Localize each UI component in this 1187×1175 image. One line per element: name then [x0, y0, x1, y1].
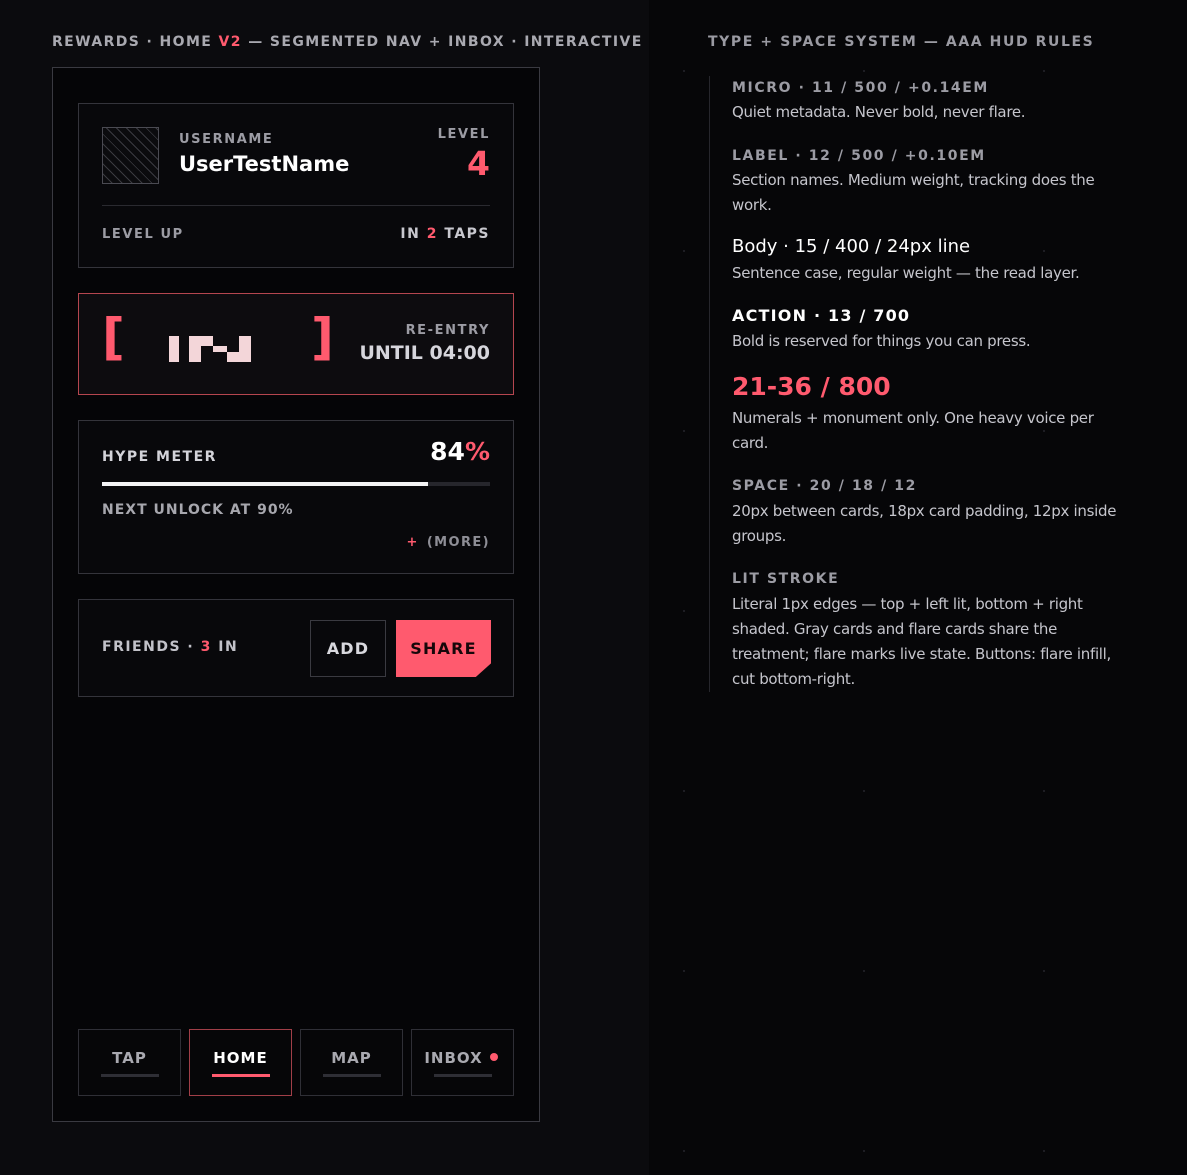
body-rule-head: Body · 15 / 400 / 24px line [732, 236, 971, 257]
plus-icon: + [406, 535, 419, 550]
tab-indicator [211, 1074, 270, 1077]
more-label: (MORE) [426, 535, 490, 550]
grid-dot [1043, 790, 1045, 792]
spec-title: TYPE + SPACE SYSTEM — AAA HUD RULES [708, 34, 1095, 50]
share-button[interactable]: SHARE [396, 620, 491, 677]
grid-dot [1043, 250, 1045, 252]
tab-indicator [433, 1074, 492, 1077]
level-up-count: 2 [426, 226, 438, 242]
frame-title: REWARDS · HOME V2 — SEGMENTED NAV + INBO… [52, 34, 643, 50]
numerals-rule-text: Numerals + monument only. One heavy voic… [732, 409, 1094, 452]
spec-rule-line [709, 76, 710, 692]
level-up-taps: IN 2 TAPS [400, 226, 490, 242]
in-wordmark-icon [169, 336, 251, 362]
level-value: 4 [467, 144, 490, 183]
frame-title-version: V2 [218, 34, 242, 50]
hype-progress-track [102, 482, 490, 486]
micro-rule-text: Quiet metadata. Never bold, never flare. [732, 103, 1026, 121]
tab-label: HOME [213, 1049, 268, 1067]
hype-progress-fill [102, 482, 428, 486]
reentry-card[interactable]: [ ] RE-ENTRY UNTIL 04:00 [78, 293, 514, 395]
hype-meter-card: HYPE METER 84% NEXT UNLOCK AT 90% + (MORE… [78, 420, 514, 574]
friends-prefix: FRIENDS · [102, 639, 201, 655]
reentry-time: UNTIL 04:00 [359, 342, 490, 364]
label-rule-head: LABEL · 12 / 500 / +0.10EM [732, 148, 986, 164]
avatar[interactable] [102, 127, 159, 184]
profile-card: USERNAME UserTestName LEVEL 4 LEVEL UP I… [78, 103, 514, 268]
hype-meter-value: 84% [430, 437, 490, 466]
friends-label: FRIENDS · 3 IN [102, 639, 238, 655]
tab-label: MAP [331, 1049, 372, 1067]
tab-indicator [322, 1074, 381, 1077]
grid-dot [683, 70, 685, 72]
stroke-rule-text: Literal 1px edges — top + left lit, bott… [732, 595, 1112, 688]
action-rule-text: Bold is reserved for things you can pres… [732, 332, 1031, 350]
level-up-suffix: TAPS [437, 226, 490, 242]
numerals-rule-head: 21-36 / 800 [732, 372, 891, 401]
level-up-prefix: IN [400, 226, 427, 242]
reentry-label: RE-ENTRY [405, 323, 490, 338]
label-rule-text: Section names. Medium weight, tracking d… [732, 171, 1095, 214]
space-rule-text: 20px between cards, 18px card padding, 1… [732, 502, 1117, 545]
grid-dot [683, 610, 685, 612]
level-label: LEVEL [437, 127, 490, 142]
tab-inbox[interactable]: INBOX [411, 1029, 514, 1096]
grid-dot [1043, 70, 1045, 72]
divider [102, 205, 490, 206]
grid-dot [683, 250, 685, 252]
unread-dot-icon [490, 1053, 498, 1061]
micro-rule-head: MICRO · 11 / 500 / +0.14EM [732, 80, 989, 96]
grid-dot [863, 970, 865, 972]
friends-card: FRIENDS · 3 IN ADD SHARE [78, 599, 514, 697]
stroke-rule-head: LIT STROKE [732, 571, 840, 587]
tab-label: TAP [112, 1049, 147, 1067]
grid-dot [683, 790, 685, 792]
level-up-label: LEVEL UP [102, 227, 184, 242]
grid-dot [1043, 970, 1045, 972]
phone-frame: USERNAME UserTestName LEVEL 4 LEVEL UP I… [52, 67, 540, 1122]
grid-dot [683, 970, 685, 972]
frame-title-prefix: REWARDS · HOME [52, 34, 219, 50]
grid-dot [1043, 1150, 1045, 1152]
username-label: USERNAME [179, 132, 274, 147]
friends-count: 3 [200, 639, 212, 655]
add-button[interactable]: ADD [310, 620, 386, 677]
tab-indicator [100, 1074, 159, 1077]
tab-map[interactable]: MAP [300, 1029, 403, 1096]
bracket-left: [ [102, 308, 125, 366]
tab-tap[interactable]: TAP [78, 1029, 181, 1096]
friends-suffix: IN [211, 639, 239, 655]
next-unlock-label: NEXT UNLOCK AT 90% [102, 502, 294, 518]
space-rule-head: SPACE · 20 / 18 / 12 [732, 478, 917, 494]
grid-dot [863, 1150, 865, 1152]
hype-percent-unit: % [464, 437, 490, 466]
grid-dot [863, 70, 865, 72]
bracket-right: ] [311, 308, 334, 366]
body-rule-text: Sentence case, regular weight — the read… [732, 264, 1080, 282]
frame-title-suffix: — SEGMENTED NAV + INBOX · INTERACTIVE [241, 34, 643, 50]
grid-dot [683, 430, 685, 432]
tab-home[interactable]: HOME [189, 1029, 292, 1096]
action-rule-head: ACTION · 13 / 700 [732, 306, 911, 325]
grid-dot [863, 790, 865, 792]
hype-percent-number: 84 [430, 437, 465, 466]
more-link[interactable]: + (MORE) [407, 535, 490, 550]
hype-meter-label: HYPE METER [102, 449, 217, 465]
username: UserTestName [179, 152, 350, 176]
grid-dot [683, 1150, 685, 1152]
